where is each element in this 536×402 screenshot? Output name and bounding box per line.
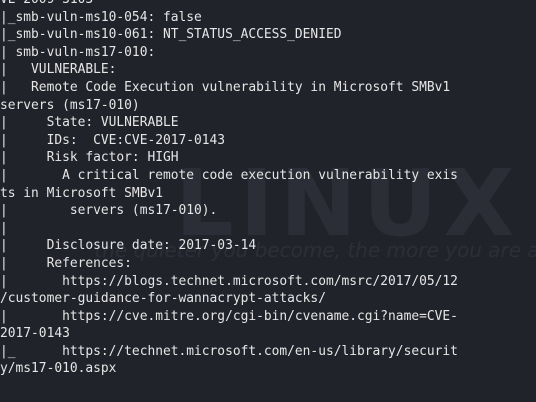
output-line: /customer-guidance-for-wannacrypt-attack… bbox=[0, 291, 326, 307]
output-line: | References: bbox=[0, 255, 132, 271]
output-line: 2017-0143 bbox=[0, 326, 70, 342]
terminal-window[interactable]: LINUX “the quieter you become, the more … bbox=[0, 0, 536, 402]
output-line: servers (ms17-010) bbox=[0, 97, 140, 113]
output-line: ts in Microsoft SMBv1 bbox=[0, 185, 163, 201]
output-line: | IDs: CVE:CVE-2017-0143 bbox=[0, 132, 226, 148]
output-line: VE-2009-3103 bbox=[0, 0, 458, 9]
output-line: y/ms17-010.aspx bbox=[0, 361, 117, 377]
output-line: | VULNERABLE: bbox=[0, 62, 117, 78]
output-line: | Disclosure date: 2017-03-14 bbox=[0, 238, 257, 254]
output-line bbox=[0, 378, 458, 396]
output-line: | Remote Code Execution vulnerability in… bbox=[0, 79, 451, 95]
output-line: |_smb-vuln-ms10-061: NT_STATUS_ACCESS_DE… bbox=[0, 27, 342, 43]
output-line: | https://blogs.technet.microsoft.com/ms… bbox=[0, 273, 458, 289]
output-line: | Risk factor: HIGH bbox=[0, 150, 179, 166]
output-line: | smb-vuln-ms17-010: bbox=[0, 44, 156, 60]
output-line: | bbox=[0, 220, 8, 236]
output-line: | State: VULNERABLE bbox=[0, 115, 179, 131]
terminal-output: VE-2009-3103 |_smb-vuln-ms10-054: false … bbox=[0, 0, 458, 396]
output-line: |_smb-vuln-ms10-054: false bbox=[0, 9, 202, 25]
output-line: |_ https://technet.microsoft.com/en-us/l… bbox=[0, 343, 458, 359]
output-line: | A critical remote code execution vulne… bbox=[0, 167, 458, 183]
output-line: | servers (ms17-010). bbox=[0, 203, 218, 219]
output-line: | https://cve.mitre.org/cgi-bin/cvename.… bbox=[0, 308, 458, 324]
